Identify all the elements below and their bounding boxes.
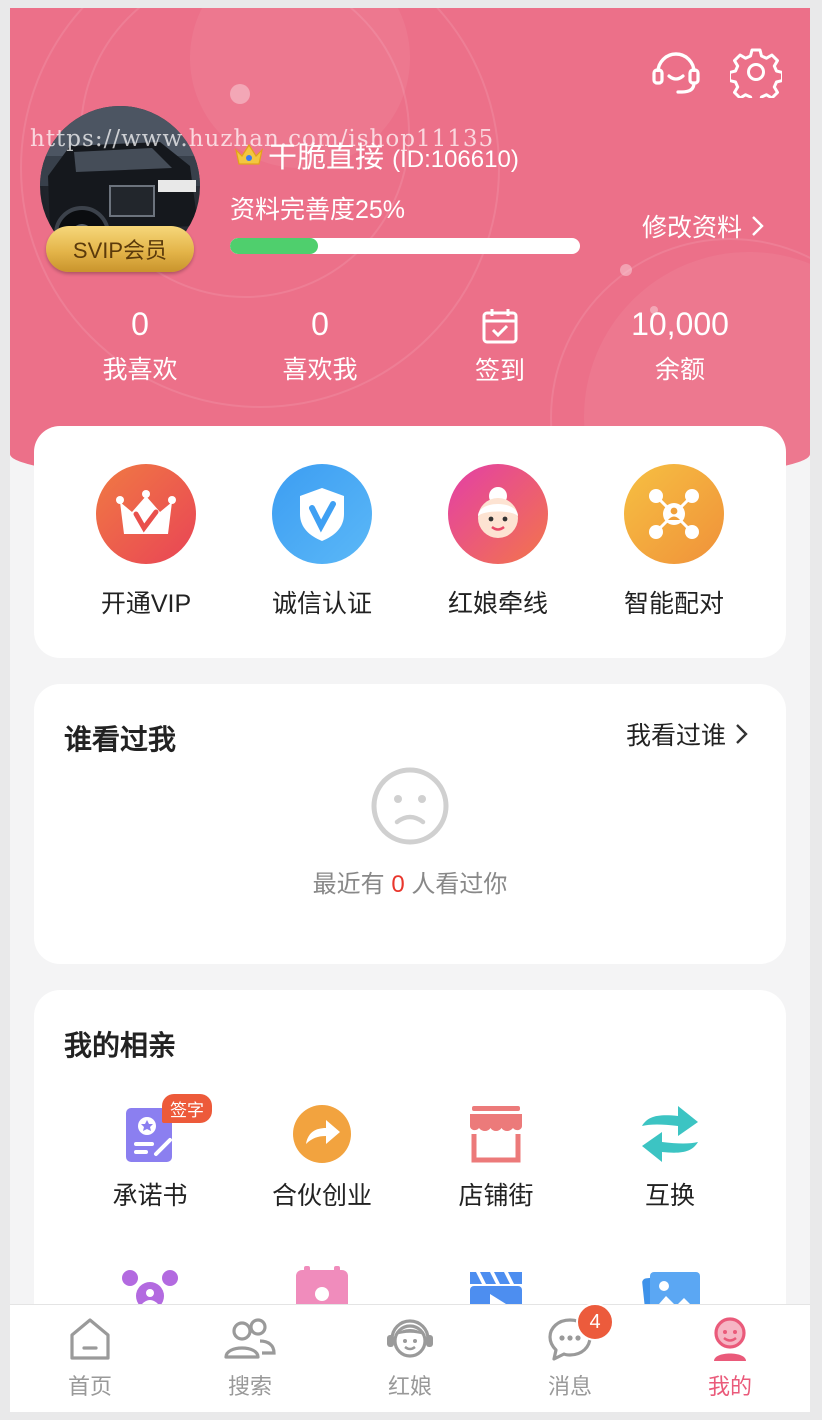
stat-value: 0 — [131, 306, 149, 342]
profile-header: SVIP会员 https://www.huzhan.com/ishop11135… — [10, 8, 810, 488]
users-icon — [224, 1315, 276, 1363]
service-pledge[interactable]: 签字 承诺书 — [62, 1094, 238, 1212]
feature-smart-match[interactable]: 智能配对 — [586, 464, 762, 620]
sad-face-icon — [371, 767, 449, 845]
recent-prefix: 最近有 — [312, 871, 385, 898]
service-shop[interactable]: 店铺街 — [408, 1102, 584, 1212]
crown-v-icon — [96, 464, 196, 564]
stat-label: 喜欢我 — [282, 356, 358, 384]
decor-dot — [230, 84, 250, 104]
stat-label: 我喜欢 — [102, 356, 178, 384]
service-label: 合伙创业 — [271, 1182, 372, 1210]
service-swap[interactable]: 互换 — [582, 1102, 758, 1212]
headset-icon[interactable] — [650, 46, 702, 98]
chat-icon: 4 — [546, 1303, 614, 1363]
stat-likes-me[interactable]: 0 喜欢我 — [230, 304, 410, 386]
i-visited-label: 我看过谁 — [625, 722, 726, 750]
tab-bar: 首页 搜索 红娘 4 消息 我的 — [10, 1303, 810, 1412]
user-id: (ID:106610) — [392, 146, 519, 173]
visitors-card: 谁看过我 我看过谁 最近有 0 人看过你 — [34, 684, 786, 964]
feature-label: 诚信认证 — [271, 590, 372, 618]
home-icon — [66, 1315, 114, 1363]
tab-label: 我的 — [707, 1374, 752, 1399]
stat-i-like[interactable]: 0 我喜欢 — [50, 304, 230, 386]
i-visited-link[interactable]: 我看过谁 — [626, 716, 752, 752]
recent-suffix: 人看过你 — [411, 871, 508, 898]
feature-verify[interactable]: 诚信认证 — [234, 464, 410, 620]
screen: SVIP会员 https://www.huzhan.com/ishop11135… — [10, 8, 810, 1412]
username-text: 干脆直接 — [268, 142, 385, 174]
features-card: 开通VIP 诚信认证 红娘牵线 智能配对 — [34, 426, 786, 658]
gear-icon[interactable] — [730, 46, 782, 98]
feature-label: 智能配对 — [623, 590, 724, 618]
tab-matchmaker[interactable]: 红娘 — [350, 1315, 470, 1401]
stat-value: 10,000 — [631, 306, 729, 342]
shop-icon — [464, 1102, 528, 1166]
profile-progress-bar — [230, 238, 580, 254]
visitors-title: 谁看过我 — [64, 724, 177, 755]
service-partnership[interactable]: 合伙创业 — [234, 1102, 410, 1212]
crown-icon — [234, 143, 264, 165]
profile-progress-fill — [230, 238, 318, 254]
service-label: 店铺街 — [458, 1182, 534, 1210]
tab-messages[interactable]: 4 消息 — [510, 1303, 630, 1401]
stat-label: 签到 — [474, 357, 525, 385]
tab-home[interactable]: 首页 — [30, 1315, 150, 1401]
tab-label: 首页 — [67, 1374, 112, 1399]
service-label: 互换 — [644, 1182, 695, 1210]
tab-search[interactable]: 搜索 — [190, 1315, 310, 1401]
recent-visitors-text: 最近有 0 人看过你 — [34, 864, 786, 899]
chevron-right-icon — [752, 216, 764, 236]
network-icon — [624, 464, 724, 564]
feature-matchmaker[interactable]: 红娘牵线 — [410, 464, 586, 620]
tab-label: 搜索 — [227, 1374, 272, 1399]
decor-dot — [620, 264, 632, 276]
dating-title: 我的相亲 — [64, 1030, 177, 1061]
pledge-icon: 签字 — [118, 1094, 212, 1166]
sign-badge: 签字 — [162, 1094, 212, 1123]
stat-value: 0 — [311, 306, 329, 342]
feature-vip[interactable]: 开通VIP — [58, 464, 234, 620]
svip-badge: SVIP会员 — [46, 226, 194, 272]
matchmaker-headset-icon — [386, 1315, 434, 1363]
edit-profile-link[interactable]: 修改资料 — [642, 208, 768, 244]
stat-checkin[interactable]: 签到 — [410, 304, 590, 387]
edit-profile-label: 修改资料 — [642, 214, 743, 242]
feature-label: 开通VIP — [100, 590, 192, 618]
feature-label: 红娘牵线 — [447, 590, 548, 618]
profile-completeness: 资料完善度25% — [230, 196, 406, 224]
matchmaker-icon — [448, 464, 548, 564]
tab-label: 红娘 — [387, 1374, 432, 1399]
username: 干脆直接 (ID:106610) — [268, 134, 519, 176]
shield-v-icon — [272, 464, 372, 564]
stat-balance[interactable]: 10,000 余额 — [590, 304, 770, 386]
swap-icon — [638, 1102, 702, 1166]
message-count-badge: 4 — [576, 1303, 614, 1341]
profile-icon — [706, 1315, 754, 1363]
recent-count: 0 — [391, 871, 405, 898]
service-label: 承诺书 — [112, 1182, 188, 1210]
tab-profile[interactable]: 我的 — [670, 1315, 790, 1401]
tab-label: 消息 — [547, 1374, 592, 1399]
calendar-check-icon — [482, 309, 518, 344]
share-arrow-icon — [290, 1102, 354, 1166]
chevron-right-icon — [736, 724, 748, 744]
stat-label: 余额 — [654, 356, 705, 384]
